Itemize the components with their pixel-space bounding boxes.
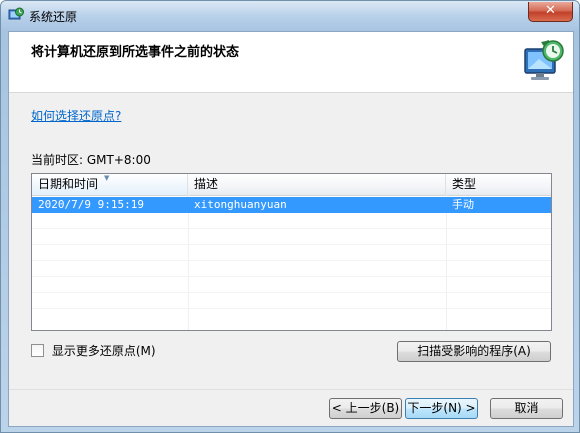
column-label-description: 描述 — [194, 177, 219, 191]
grid-line — [32, 260, 551, 261]
dialog-client: 将计算机还原到所选事件之前的状态 如何选择还原点? 当前时区: GMT+8:00 — [8, 31, 574, 427]
header-band: 将计算机还原到所选事件之前的状态 — [9, 32, 573, 93]
row-description: xitonghuanyuan — [194, 198, 287, 211]
content-area: 如何选择还原点? 当前时区: GMT+8:00 日期和时间 ▼ 描述 类型 20… — [9, 93, 573, 426]
system-restore-window: 系统还原 ✕ 将计算机还原到所选事件之前的状态 如何选择还原点? 当前时区: G… — [0, 0, 580, 433]
close-button[interactable]: ✕ — [528, 2, 573, 22]
scan-affected-programs-button[interactable]: 扫描受影响的程序(A) — [397, 341, 551, 362]
back-button[interactable]: < 上一步(B) — [329, 398, 402, 419]
grid-line — [32, 308, 551, 309]
close-icon: ✕ — [545, 3, 556, 18]
column-label-type: 类型 — [452, 177, 477, 191]
restore-points-list[interactable]: 日期和时间 ▼ 描述 类型 2020/7/9 9:15:19 xitonghua… — [31, 173, 552, 331]
show-more-checkbox-row[interactable]: 显示更多还原点(M) — [31, 343, 156, 359]
window-title: 系统还原 — [29, 10, 78, 24]
sort-arrow-icon: ▼ — [104, 174, 110, 182]
list-header: 日期和时间 ▼ 描述 类型 — [32, 174, 551, 196]
column-header-date[interactable]: 日期和时间 ▼ — [32, 174, 188, 195]
row-type: 手动 — [452, 198, 474, 211]
table-row[interactable]: 2020/7/9 9:15:19 xitonghuanyuan 手动 — [32, 197, 551, 213]
column-header-type[interactable]: 类型 — [446, 174, 551, 195]
timezone-label: 当前时区: GMT+8:00 — [31, 153, 151, 167]
grid-line — [32, 244, 551, 245]
system-restore-icon — [524, 40, 564, 80]
column-header-description[interactable]: 描述 — [188, 174, 446, 195]
grid-line — [32, 228, 551, 229]
show-more-checkbox[interactable] — [31, 344, 44, 357]
grid-line — [188, 195, 189, 330]
cancel-button[interactable]: 取消 — [490, 398, 563, 419]
system-restore-title-icon — [8, 7, 24, 20]
row-date: 2020/7/9 9:15:19 — [38, 198, 144, 211]
grid-line — [32, 276, 551, 277]
next-button[interactable]: 下一步(N) > — [405, 398, 478, 419]
show-more-label: 显示更多还原点(M) — [51, 344, 156, 358]
grid-line — [32, 292, 551, 293]
page-title: 将计算机还原到所选事件之前的状态 — [31, 45, 240, 60]
title-bar[interactable]: 系统还原 ✕ — [1, 1, 579, 31]
help-link[interactable]: 如何选择还原点? — [31, 107, 121, 124]
footer-divider — [9, 389, 573, 390]
grid-line — [446, 195, 447, 330]
column-label-date: 日期和时间 — [38, 177, 99, 191]
